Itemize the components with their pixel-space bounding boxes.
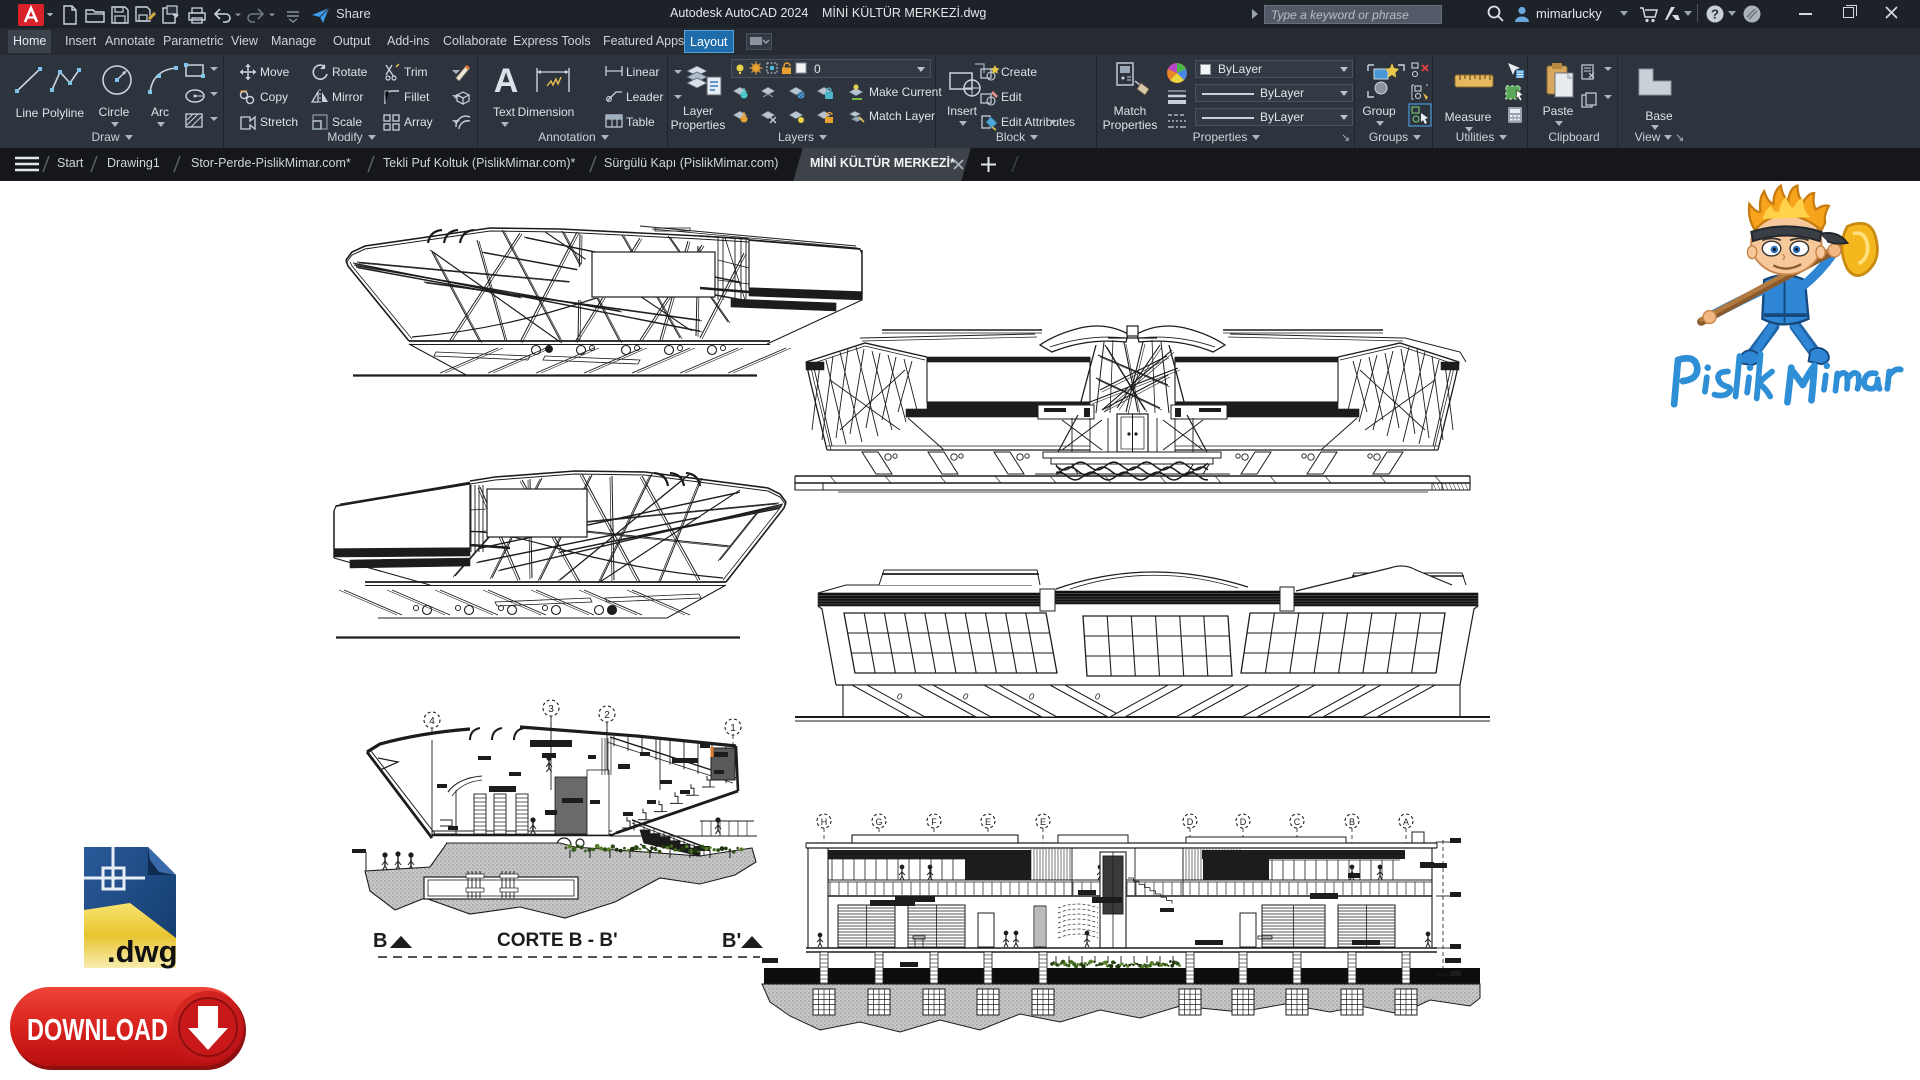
svg-text:0: 0 <box>895 691 904 702</box>
svg-text:3: 3 <box>548 704 554 715</box>
svg-text:H: H <box>821 817 828 827</box>
svg-text:4: 4 <box>429 716 435 727</box>
svg-text:D: D <box>1240 817 1247 827</box>
svg-text:CORTE B - B': CORTE B - B' <box>497 930 618 951</box>
svg-text:E: E <box>1040 817 1046 827</box>
svg-text:A: A <box>1403 817 1409 827</box>
svg-text:D: D <box>1187 817 1194 827</box>
svg-text:0: 0 <box>1093 691 1102 702</box>
svg-text:E: E <box>985 817 991 827</box>
svg-text:?: ? <box>1711 7 1719 22</box>
svg-text:0: 0 <box>814 62 821 76</box>
svg-text:B: B <box>373 930 387 952</box>
svg-text:1: 1 <box>730 723 736 734</box>
svg-text:0: 0 <box>1027 691 1036 702</box>
svg-text:B': B' <box>722 930 741 952</box>
svg-text:B: B <box>1349 817 1355 827</box>
svg-text:F: F <box>931 817 937 827</box>
svg-text:DOWNLOAD: DOWNLOAD <box>27 1012 168 1047</box>
svg-text:0: 0 <box>961 691 970 702</box>
svg-text:A: A <box>494 62 519 98</box>
svg-text:.dwg: .dwg <box>107 934 178 969</box>
svg-text:G: G <box>875 817 882 827</box>
svg-text:C: C <box>1294 817 1301 827</box>
svg-text:2: 2 <box>604 710 610 721</box>
